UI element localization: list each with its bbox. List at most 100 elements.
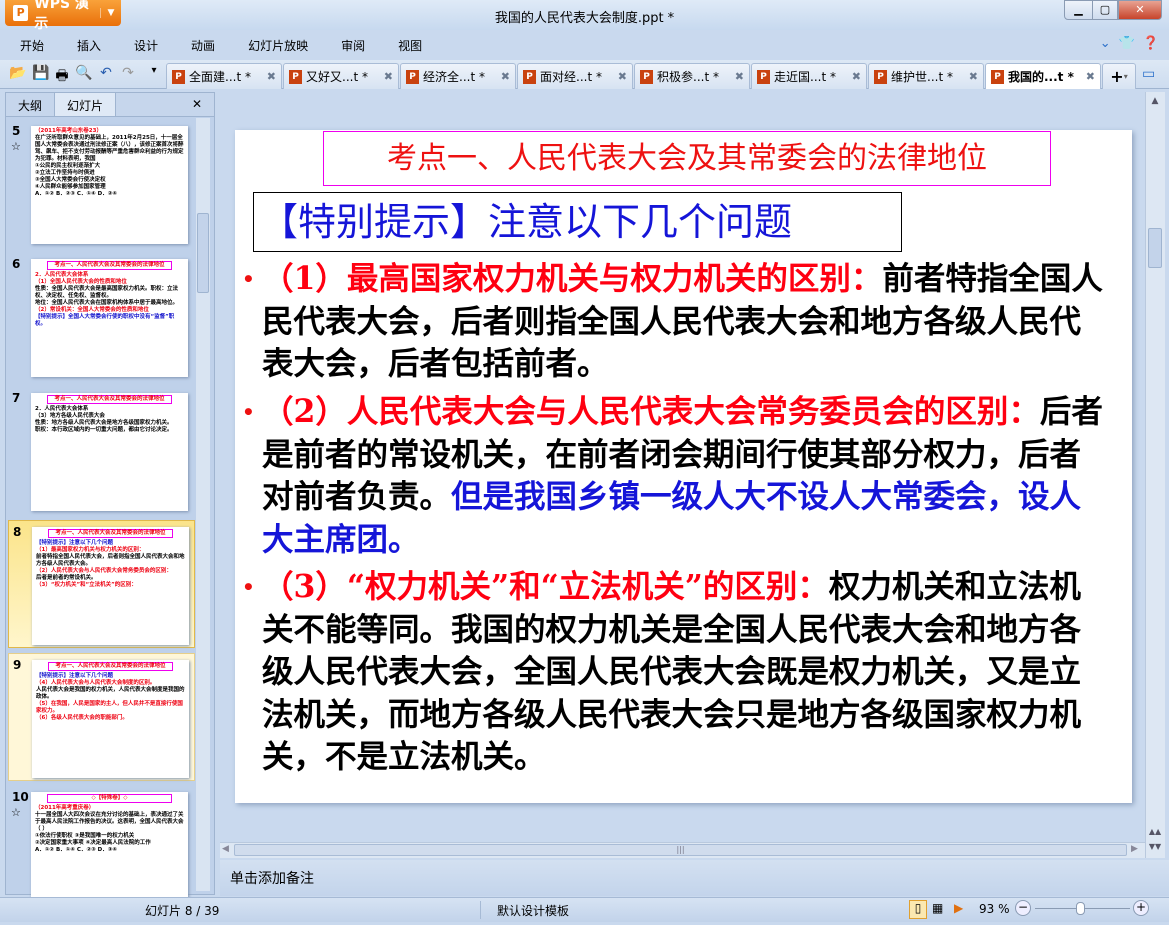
- point-3-head: （3）“权力机关”和“立法机关”的区别：: [262, 568, 829, 605]
- doc-tab[interactable]: P 维护世...t * ✖: [868, 63, 984, 89]
- preview-line: ①公民的民主权利逐渐扩大: [35, 163, 101, 169]
- scroll-left-icon[interactable]: ◀: [222, 844, 229, 854]
- help-icon[interactable]: ❓: [1143, 36, 1159, 51]
- customize-toolbar-icon[interactable]: ▾: [145, 65, 163, 76]
- preview-line: 前者特指全国人民代表大会，后者则指全国人民代表大会和地方各级人民代表大会。: [36, 554, 185, 567]
- open-icon[interactable]: 📂: [9, 65, 27, 81]
- close-tab-icon[interactable]: ✖: [735, 70, 744, 83]
- zoom-level: 93 %: [979, 902, 1010, 916]
- collapse-ribbon-icon[interactable]: ⌄: [1100, 36, 1111, 51]
- bullet-icon: •: [242, 400, 255, 424]
- preview-line: ②立法工作坚持与时俱进: [35, 170, 95, 176]
- point-3[interactable]: • （3）“权力机关”和“立法机关”的区别：权力机关和立法机关不能等同。我国的权力…: [242, 566, 1107, 779]
- undo-icon[interactable]: ↶: [97, 65, 115, 81]
- vertical-scrollbar[interactable]: ▲ ▲▲ ▼▼: [1145, 92, 1165, 858]
- preview-line: （1）最高国家权力机关与权力机关的区别：: [36, 547, 145, 553]
- slide-thumbnail[interactable]: 10 ☆ ◇【特殊卷】◇ （2011年高考重庆卷） 十一届全国人大四次会议在充分讨论的基…: [8, 786, 195, 910]
- preview-line: 2．人民代表大会体系: [35, 272, 89, 278]
- doc-tab[interactable]: P 又好又...t * ✖: [283, 63, 399, 89]
- zoom-slider-thumb[interactable]: [1075, 902, 1085, 915]
- doc-tab[interactable]: P 积极参...t * ✖: [634, 63, 750, 89]
- slide-preview: 考点一、人民代表大会及其常委会的法律地位 2．人民代表大会体系 （1）全国人民代表大…: [31, 259, 188, 377]
- close-tab-icon[interactable]: ✖: [267, 70, 276, 83]
- scrollbar-thumb[interactable]: [1148, 228, 1162, 268]
- next-slide-icon[interactable]: ▼▼: [1146, 842, 1164, 851]
- menu-home[interactable]: 开始: [20, 37, 44, 54]
- tip-heading[interactable]: 【特别提示】注意以下几个问题: [253, 192, 902, 252]
- slideshow-icon[interactable]: ▶: [954, 901, 963, 915]
- new-tab-button[interactable]: + ▾: [1102, 63, 1136, 89]
- preview-line: ②决定国家重大事项 ④决定最高人民法院的工作: [35, 840, 151, 846]
- preview-title: 考点一、人民代表大会及其常委会的法律地位: [48, 662, 173, 671]
- scroll-right-icon[interactable]: ▶: [1131, 844, 1138, 854]
- menu-design[interactable]: 设计: [134, 37, 158, 54]
- doc-tab[interactable]: P 经济全...t * ✖: [400, 63, 516, 89]
- slide-thumbnail[interactable]: 8 考点一、人民代表大会及其常委会的法律地位 【特别提示】注意以下几个问题 （1）最高…: [8, 520, 195, 648]
- scrollbar-thumb[interactable]: |||: [234, 844, 1127, 856]
- preview-line: 性质：地方各级人民代表大会是地方各级国家权力机关。: [35, 420, 173, 426]
- menu-view[interactable]: 视图: [398, 37, 422, 54]
- doc-tab-active[interactable]: P 我国的...t * ✖: [985, 63, 1101, 89]
- slide-thumbnail[interactable]: 5 ☆ （2011年高考山东卷23） 在广泛听取群众意见的基础上，2011年2月25日…: [8, 120, 195, 248]
- doc-tab[interactable]: P 面对经...t * ✖: [517, 63, 633, 89]
- preview-title: 考点一、人民代表大会及其常委会的法律地位: [48, 529, 173, 538]
- slide-thumbnail[interactable]: 6 考点一、人民代表大会及其常委会的法律地位 2．人民代表大会体系 （1）全国人民代表…: [8, 253, 195, 381]
- redo-icon[interactable]: ↷: [119, 65, 137, 81]
- menu-slideshow[interactable]: 幻灯片放映: [248, 37, 308, 54]
- preview-line: 十一届全国人大四次会议在充分讨论的基础上，表决通过了关于最高人民法院工作报告的决…: [35, 812, 184, 832]
- save-icon[interactable]: 💾: [32, 65, 50, 81]
- slide-canvas[interactable]: 考点一、人民代表大会及其常委会的法律地位 【特别提示】注意以下几个问题 • （1）…: [235, 130, 1132, 803]
- close-tab-icon[interactable]: ✖: [1086, 70, 1095, 83]
- slide-thumbnail[interactable]: 9 考点一、人民代表大会及其常委会的法律地位 【特别提示】注意以下几个问题 （4）人民…: [8, 653, 195, 781]
- preview-line: ③全国人大常委会行使决定权: [35, 177, 106, 183]
- slide-preview: ◇【特殊卷】◇ （2011年高考重庆卷） 十一届全国人大四次会议在充分讨论的基础上，…: [31, 792, 188, 910]
- doc-tab[interactable]: P 走近国...t * ✖: [751, 63, 867, 89]
- skin-shirt-icon[interactable]: 👕: [1119, 36, 1135, 51]
- preview-line: A．①② B．①④ C．②③ D．③④: [35, 847, 118, 853]
- window-switch-icon[interactable]: ▭: [1142, 66, 1155, 82]
- zoom-in-button[interactable]: +: [1133, 900, 1149, 916]
- slide-counter: 幻灯片 8 / 39: [145, 904, 220, 918]
- normal-view-icon[interactable]: ▯: [909, 900, 927, 919]
- tab-outline[interactable]: 大纲: [6, 93, 54, 116]
- preview-line: （2）人民代表大会与人民代表大会常务委员会的区别：: [36, 568, 172, 574]
- menu-review[interactable]: 审阅: [341, 37, 365, 54]
- animation-star-icon: ☆: [11, 140, 21, 153]
- close-tab-icon[interactable]: ✖: [969, 70, 978, 83]
- close-tab-icon[interactable]: ✖: [384, 70, 393, 83]
- preview-line: 性质：全国人民代表大会是最高国家权力机关。职权：立法权、决定权、任免权、监督权。: [35, 286, 179, 299]
- previous-slide-icon[interactable]: ▲▲: [1146, 827, 1164, 836]
- close-tab-icon[interactable]: ✖: [618, 70, 627, 83]
- template-name[interactable]: 默认设计模板: [497, 902, 569, 919]
- scrollbar-thumb[interactable]: [197, 213, 209, 293]
- thumbnail-scrollbar[interactable]: [196, 118, 210, 891]
- ppt-file-icon: P: [406, 69, 419, 84]
- tab-slides[interactable]: 幻灯片: [54, 93, 117, 116]
- minimize-button[interactable]: ▁: [1064, 0, 1093, 20]
- close-button[interactable]: ✕: [1118, 0, 1162, 20]
- print-preview-icon[interactable]: 🔍: [75, 65, 93, 81]
- doc-tab-label: 走近国...t *: [774, 70, 836, 84]
- close-panel-icon[interactable]: ✕: [180, 93, 214, 116]
- preview-title: 考点一、人民代表大会及其常委会的法律地位: [47, 261, 172, 270]
- point-2[interactable]: • （2）人民代表大会与人民代表大会常务委员会的区别：后者是前者的常设机关，在前者…: [242, 391, 1107, 561]
- slide-thumbnail[interactable]: 7 考点一、人民代表大会及其常委会的法律地位 2．人民代表大会体系 （3）地方各级人民…: [8, 387, 195, 515]
- slide-title[interactable]: 考点一、人民代表大会及其常委会的法律地位: [323, 131, 1051, 186]
- point-1[interactable]: • （1）最高国家权力机关与权力机关的区别：前者特指全国人民代表大会，后者则指全国…: [242, 258, 1107, 386]
- close-tab-icon[interactable]: ✖: [501, 70, 510, 83]
- menu-animation[interactable]: 动画: [191, 37, 215, 54]
- close-tab-icon[interactable]: ✖: [852, 70, 861, 83]
- print-icon[interactable]: 🖶: [53, 65, 71, 89]
- doc-tab-label: 经济全...t *: [423, 70, 485, 84]
- slide-sorter-icon[interactable]: ▦: [932, 901, 943, 915]
- doc-tab[interactable]: P 全面建...t * ✖: [166, 63, 282, 89]
- scroll-up-icon[interactable]: ▲: [1146, 96, 1164, 106]
- maximize-button[interactable]: ▢: [1092, 0, 1118, 20]
- preview-line: （2011年高考重庆卷）: [35, 805, 95, 811]
- notes-pane[interactable]: 单击添加备注: [220, 860, 1169, 896]
- slide-preview: 考点一、人民代表大会及其常委会的法律地位 【特别提示】注意以下几个问题 （4）人民代…: [32, 660, 189, 778]
- horizontal-scrollbar[interactable]: ◀ ||| ▶: [220, 842, 1145, 858]
- menu-insert[interactable]: 插入: [77, 37, 101, 54]
- zoom-out-button[interactable]: −: [1015, 900, 1031, 916]
- preview-line: 地位：全国人民代表大会在国家机构体系中居于最高地位。: [35, 300, 179, 306]
